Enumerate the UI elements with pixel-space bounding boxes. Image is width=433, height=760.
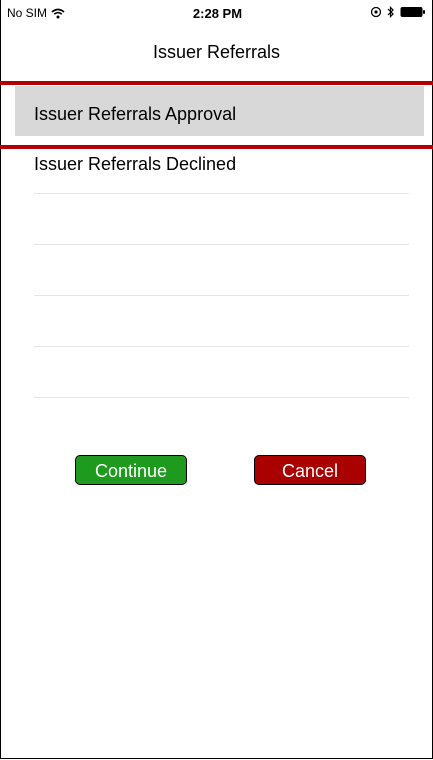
- continue-button[interactable]: Continue: [75, 455, 187, 485]
- location-icon: [370, 5, 382, 23]
- row-divider: [34, 193, 409, 194]
- row-divider: [34, 244, 409, 245]
- page-title: Issuer Referrals: [152, 42, 281, 62]
- row-divider: [34, 295, 409, 296]
- row-divider: [34, 397, 409, 398]
- battery-icon: [400, 5, 426, 23]
- status-time: 2:28 PM: [192, 6, 243, 21]
- cancel-button[interactable]: Cancel: [254, 455, 366, 485]
- status-bar: No SIM 2:28 PM: [1, 0, 433, 28]
- row-divider: [34, 346, 409, 347]
- app-frame: No SIM 2:28 PM Issuer Referrals Issuer R…: [0, 0, 433, 759]
- bluetooth-icon: [387, 5, 395, 23]
- status-icons: [370, 5, 426, 23]
- selection-highlight: [0, 81, 433, 149]
